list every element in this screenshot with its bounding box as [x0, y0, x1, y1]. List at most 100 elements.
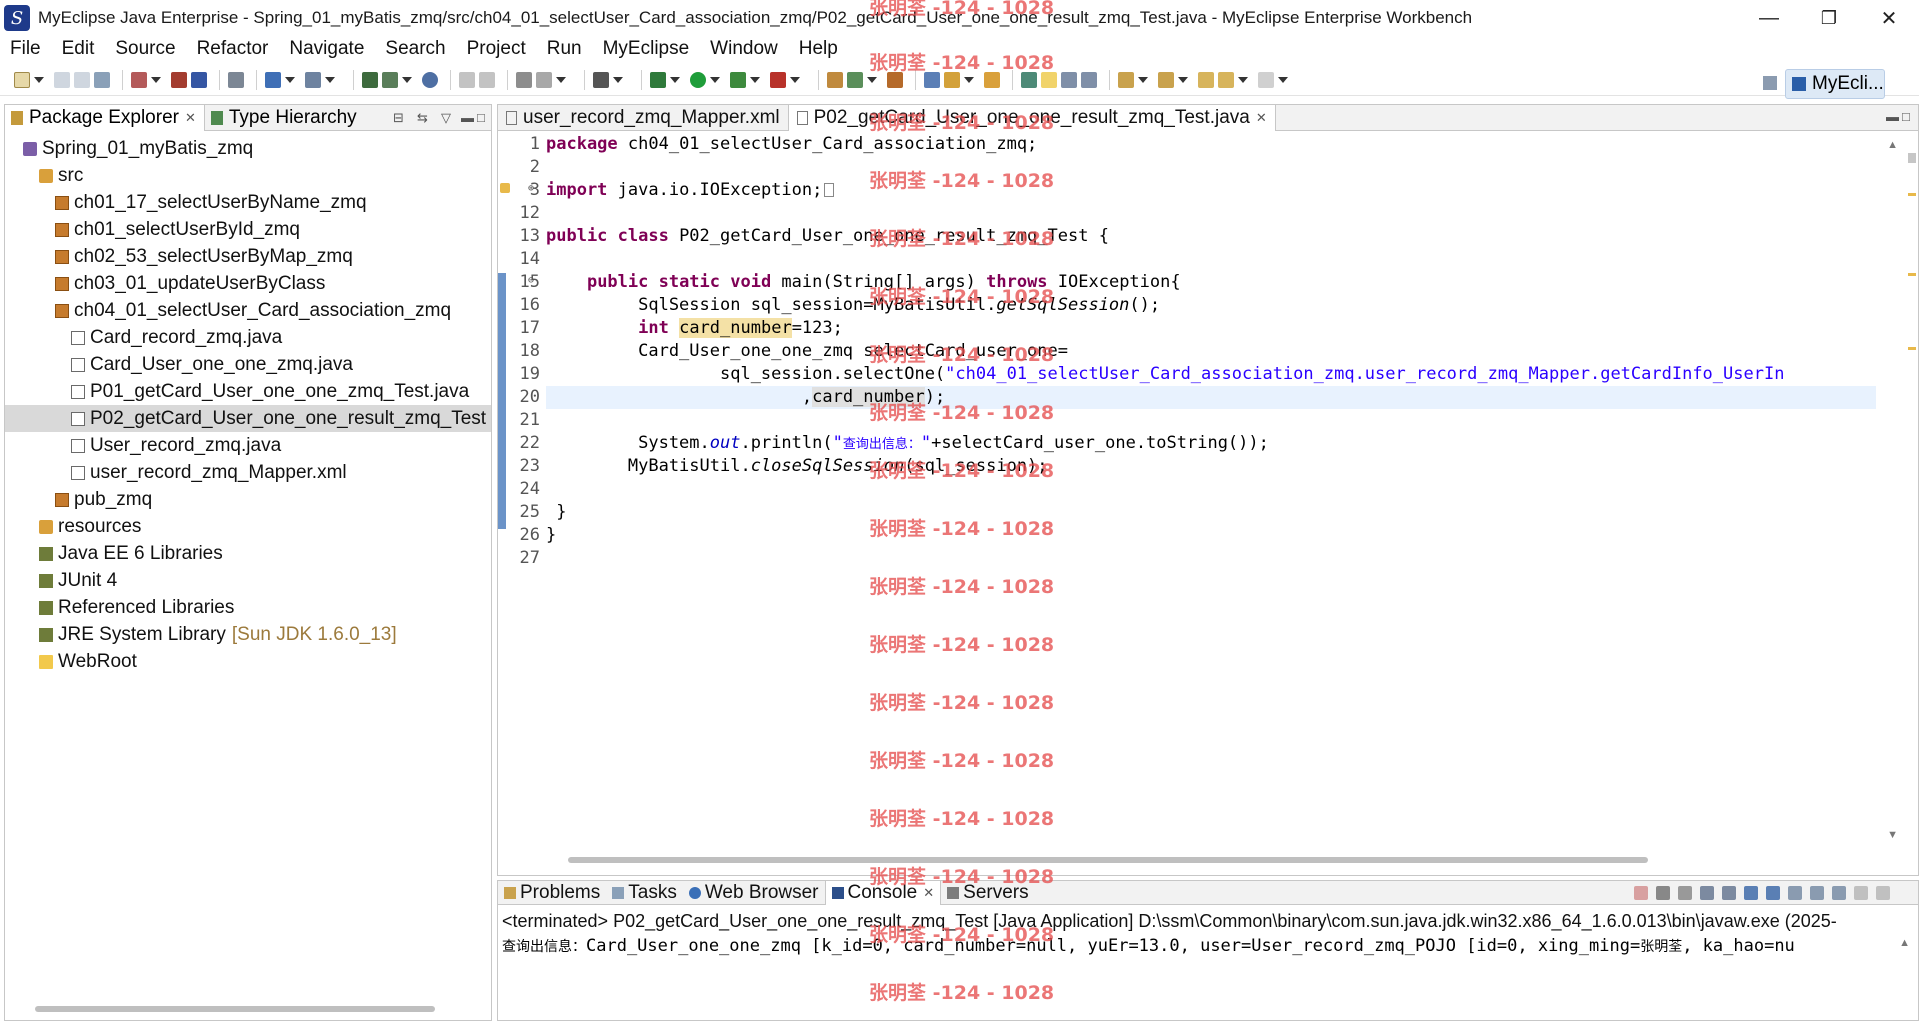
menu-source[interactable]: Source: [115, 38, 175, 60]
open-type-icon[interactable]: [265, 71, 281, 88]
open-folder-icon[interactable]: [984, 71, 1000, 88]
dropdown-icon[interactable]: [402, 76, 412, 83]
database-icon[interactable]: [924, 71, 940, 88]
tree-item[interactable]: ch03_01_updateUserByClass: [5, 270, 491, 297]
debug-icon[interactable]: [650, 71, 666, 88]
pencil-icon[interactable]: [944, 71, 960, 88]
run-dropdown-icon[interactable]: [710, 76, 720, 83]
tab-problems[interactable]: Problems: [498, 881, 606, 905]
tree-item[interactable]: ch01_selectUserById_zmq: [5, 216, 491, 243]
tree-item[interactable]: pub_zmq: [5, 486, 491, 513]
dropdown-icon[interactable]: [1178, 76, 1188, 83]
horizontal-scrollbar[interactable]: [35, 1006, 435, 1012]
overview-marker[interactable]: [1908, 347, 1916, 350]
remove-launch-icon[interactable]: [1656, 886, 1670, 900]
camera-icon[interactable]: [593, 71, 609, 88]
tree-item[interactable]: ch02_53_selectUserByMap_zmq: [5, 243, 491, 270]
open-console-icon[interactable]: [1832, 886, 1846, 900]
folded-block-icon[interactable]: [824, 183, 835, 197]
dropdown-icon[interactable]: [1138, 76, 1148, 83]
snippet-icon[interactable]: [536, 71, 552, 88]
maximize-button[interactable]: ❐: [1799, 0, 1859, 36]
external-tools-icon[interactable]: [770, 71, 786, 88]
tree-item[interactable]: Card_User_one_one_zmq.java: [5, 351, 491, 378]
dropdown-icon[interactable]: [285, 76, 295, 83]
next-annotation-icon[interactable]: [1118, 71, 1134, 88]
dropdown-icon[interactable]: [867, 76, 877, 83]
menu-navigate[interactable]: Navigate: [289, 38, 364, 60]
dropdown-icon[interactable]: [613, 76, 623, 83]
tab-web-browser[interactable]: Web Browser: [683, 881, 825, 905]
hibernate-icon[interactable]: [887, 71, 903, 88]
forward-history-icon[interactable]: [479, 71, 495, 88]
tab-package-explorer[interactable]: Package Explorer ✕: [5, 104, 205, 131]
tree-item[interactable]: User_record_zmq.java: [5, 432, 491, 459]
overview-marker[interactable]: [1908, 153, 1916, 163]
globe-icon[interactable]: [422, 71, 438, 88]
menu-run[interactable]: Run: [547, 38, 582, 60]
collapse-all-icon[interactable]: ⊟: [393, 110, 404, 126]
tab-test-java[interactable]: P02_getCard_User_one_one_result_zmq_Test…: [787, 104, 1276, 131]
task-icon[interactable]: [516, 71, 532, 88]
save-icon[interactable]: [54, 71, 70, 88]
overview-marker[interactable]: [1908, 273, 1916, 276]
fold-expand-icon[interactable]: ⊕: [528, 183, 534, 194]
block-select-icon[interactable]: [1061, 71, 1077, 88]
forward-icon[interactable]: [1258, 71, 1274, 88]
console-output[interactable]: 查询出信息：Card_User_one_one_zmq [k_id=0, car…: [502, 936, 1795, 956]
new-web-project-icon[interactable]: [131, 71, 147, 88]
menu-edit[interactable]: Edit: [62, 38, 95, 60]
tree-item[interactable]: ch04_01_selectUser_Card_association_zmq: [5, 297, 491, 324]
tab-mapper-xml[interactable]: user_record_zmq_Mapper.xml: [498, 105, 788, 131]
overview-ruler[interactable]: [1906, 131, 1918, 861]
previous-annotation-icon[interactable]: [1158, 71, 1174, 88]
menu-help[interactable]: Help: [799, 38, 838, 60]
open-resource-icon[interactable]: [305, 71, 321, 88]
deploy-icon[interactable]: [171, 71, 187, 88]
menu-file[interactable]: File: [10, 38, 41, 60]
dropdown-icon[interactable]: [750, 76, 760, 83]
back-icon[interactable]: [1218, 71, 1234, 88]
back-history-icon[interactable]: [459, 71, 475, 88]
coverage-icon[interactable]: [730, 71, 746, 88]
close-tab-icon[interactable]: ✕: [1256, 110, 1267, 126]
save-all-icon[interactable]: [74, 71, 90, 88]
terminate-icon[interactable]: [1634, 886, 1648, 900]
tab-servers[interactable]: Servers: [941, 881, 1034, 905]
tree-item[interactable]: JUnit 4: [5, 567, 491, 594]
debug-dropdown-icon[interactable]: [670, 76, 680, 83]
tree-item[interactable]: src: [5, 162, 491, 189]
scroll-up-icon[interactable]: ▲: [1887, 139, 1898, 151]
close-button[interactable]: ✕: [1859, 0, 1919, 36]
view-menu-icon[interactable]: ▽: [441, 110, 451, 126]
tree-item[interactable]: Card_record_zmq.java: [5, 324, 491, 351]
new-java-class-icon[interactable]: [362, 71, 378, 88]
code-editor[interactable]: 1 2 3 12 13 14 15 16 17 18 19 20 21 22 2…: [498, 133, 1918, 833]
tree-item[interactable]: P02_getCard_User_one_one_result_zmq_Test: [5, 405, 491, 432]
dropdown-icon[interactable]: [1278, 76, 1288, 83]
last-edit-location-icon[interactable]: [1198, 71, 1214, 88]
scroll-lock-icon[interactable]: [1700, 886, 1714, 900]
new-icon[interactable]: [14, 71, 30, 88]
menu-project[interactable]: Project: [467, 38, 526, 60]
menu-window[interactable]: Window: [710, 38, 778, 60]
menu-search[interactable]: Search: [385, 38, 445, 60]
dropdown-icon[interactable]: [790, 76, 800, 83]
server-icon[interactable]: [191, 71, 207, 88]
tab-tasks[interactable]: Tasks: [606, 881, 683, 905]
maximize-editor-icon[interactable]: □: [1902, 109, 1910, 124]
new-dropdown-icon[interactable]: [34, 76, 44, 83]
fold-collapse-icon[interactable]: ⊖: [528, 275, 534, 286]
show-on-error-icon[interactable]: [1766, 886, 1780, 900]
maximize-view-icon[interactable]: □: [477, 110, 485, 125]
new-wizard-icon[interactable]: [827, 71, 843, 88]
refresh-icon[interactable]: [847, 71, 863, 88]
print-icon[interactable]: [94, 71, 110, 88]
tree-item[interactable]: WebRoot: [5, 648, 491, 675]
tree-item[interactable]: JRE System Library [Sun JDK 1.6.0_13]: [5, 621, 491, 648]
close-tab-icon[interactable]: ✕: [185, 110, 196, 126]
show-on-output-icon[interactable]: [1744, 886, 1758, 900]
minimize-view-icon[interactable]: [1854, 886, 1868, 900]
minimize-editor-icon[interactable]: ▬: [1886, 109, 1899, 124]
search-icon[interactable]: [1021, 71, 1037, 88]
